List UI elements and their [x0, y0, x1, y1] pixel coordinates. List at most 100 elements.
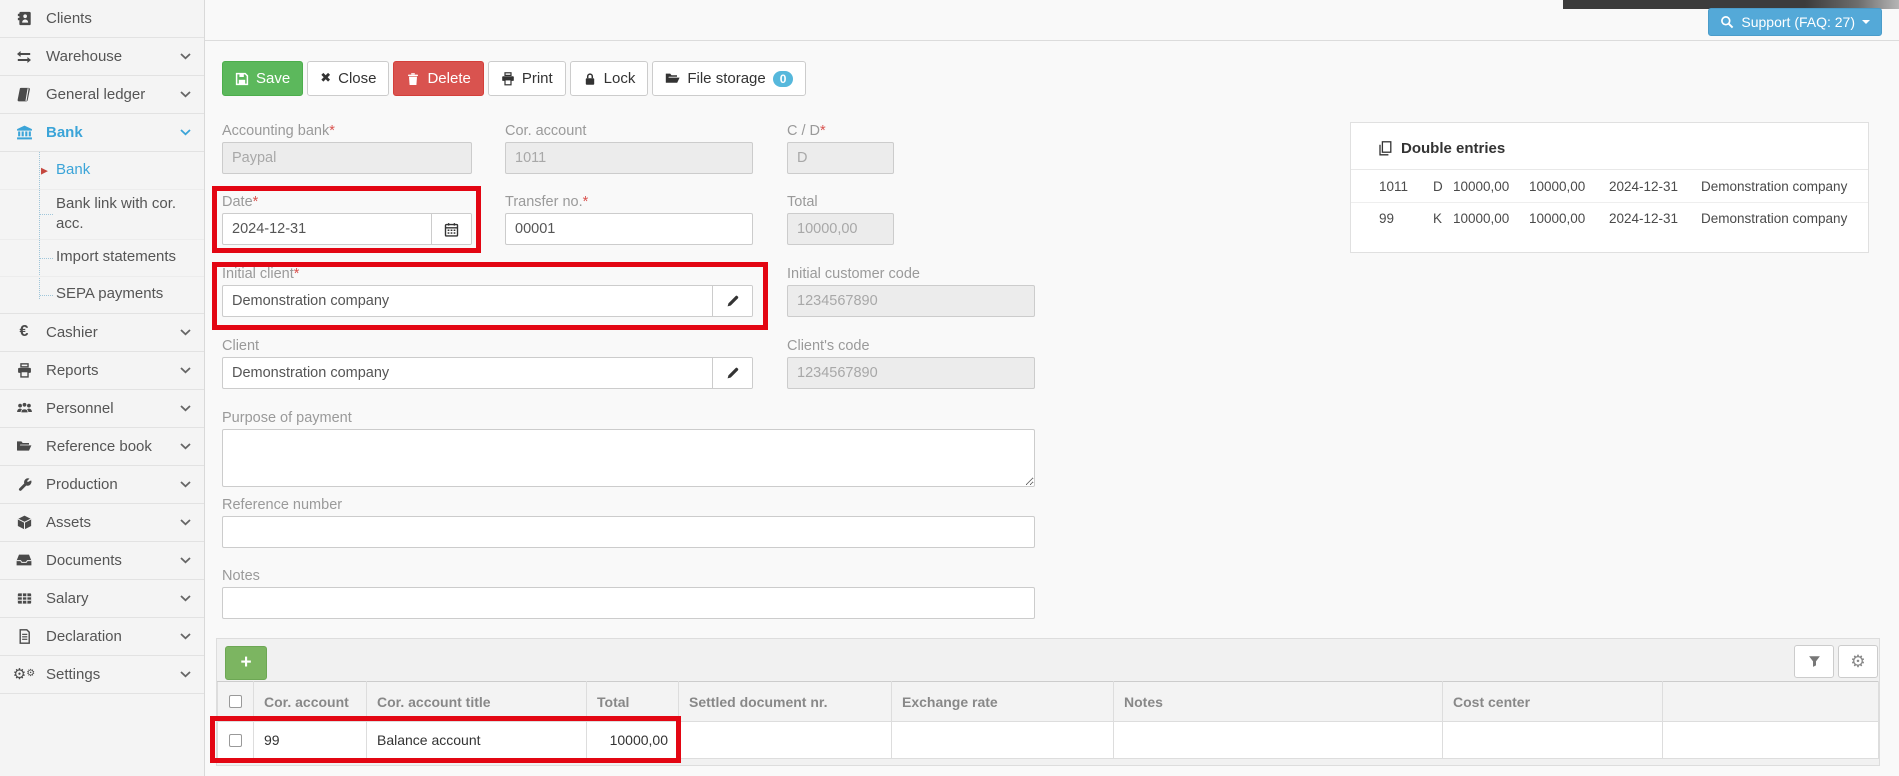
clients-icon — [12, 11, 36, 26]
cell-exchange-rate — [892, 722, 1114, 759]
sidebar-item-general-ledger[interactable]: General ledger — [0, 76, 204, 114]
initial-customer-code-field-group: Initial customer code — [787, 266, 1035, 317]
row-select-checkbox[interactable] — [229, 734, 242, 747]
chevron-down-icon — [180, 329, 191, 336]
sidebar-item-documents[interactable]: Documents — [0, 542, 204, 580]
sidebar-item-label: Settings — [46, 666, 180, 683]
accounting-bank-input — [222, 142, 472, 174]
reference-number-field-group: Reference number — [222, 497, 1035, 548]
sidebar-item-clients[interactable]: Clients — [0, 0, 204, 38]
save-button[interactable]: Save — [222, 61, 303, 96]
chevron-down-icon — [180, 129, 191, 136]
folder-icon — [665, 72, 680, 85]
clients-code-field-group: Client's code — [787, 338, 1035, 389]
sidebar-subitem-sepa-payments[interactable]: SEPA payments — [0, 276, 204, 313]
sidebar-item-label: Cashier — [46, 324, 180, 341]
client-label: Client — [222, 338, 753, 354]
double-entries-title-text: Double entries — [1401, 140, 1505, 157]
date-input[interactable] — [223, 214, 431, 244]
double-entry-row: 1011 D 10000,00 10000,00 2024-12-31 Demo… — [1351, 170, 1868, 202]
entry-debit: 10000,00 — [1453, 179, 1529, 194]
sidebar-item-salary[interactable]: Salary — [0, 580, 204, 618]
edit-pencil-icon[interactable] — [712, 358, 752, 388]
cd-input — [787, 142, 894, 174]
cell-notes — [1114, 722, 1443, 759]
lock-label: Lock — [604, 70, 636, 87]
transfer-no-input[interactable] — [505, 213, 753, 245]
line-items-section: + ⚙ Cor. account Cor. account title Tota… — [216, 638, 1880, 766]
col-header-notes: Notes — [1114, 682, 1443, 722]
transfer-no-field-group: Transfer no.* — [505, 194, 753, 245]
table-row[interactable]: 99 Balance account 10000,00 — [218, 722, 1879, 759]
sidebar-item-label: Personnel — [46, 400, 180, 417]
sidebar-subitem-bank[interactable]: ▶ Bank — [0, 152, 204, 189]
sidebar-item-production[interactable]: Production — [0, 466, 204, 504]
initial-client-input[interactable] — [223, 286, 712, 316]
entry-client: Demonstration company — [1701, 179, 1854, 194]
settings-icon: ⚙⚙ — [12, 667, 36, 682]
sidebar-item-label: Bank — [46, 124, 180, 141]
delete-button[interactable]: Delete — [393, 61, 483, 96]
close-label: Close — [338, 70, 376, 87]
bank-icon — [12, 125, 36, 140]
cor-account-input — [505, 142, 753, 174]
calendar-icon[interactable] — [431, 214, 471, 244]
chevron-down-icon — [180, 443, 191, 450]
cor-account-label: Cor. account — [505, 123, 753, 139]
chevron-down-icon — [180, 53, 191, 60]
sidebar-item-label: Salary — [46, 590, 180, 607]
sidebar-item-reports[interactable]: Reports — [0, 352, 204, 390]
sidebar-item-bank[interactable]: Bank — [0, 114, 204, 152]
entry-side: D — [1433, 179, 1453, 194]
sidebar-item-declaration[interactable]: Declaration — [0, 618, 204, 656]
close-button[interactable]: ✖ Close — [307, 61, 389, 96]
select-all-header — [218, 682, 254, 722]
trash-icon — [406, 72, 420, 86]
sidebar-item-warehouse[interactable]: Warehouse — [0, 38, 204, 76]
col-header-cor-account: Cor. account — [254, 682, 367, 722]
sidebar-subitem-label: Import statements — [56, 247, 176, 267]
file-storage-count-badge: 0 — [773, 71, 794, 87]
sidebar-item-reference-book[interactable]: Reference book — [0, 428, 204, 466]
declaration-icon — [12, 629, 36, 644]
total-label: Total — [787, 194, 894, 210]
gear-icon: ⚙ — [1850, 652, 1865, 672]
notes-input[interactable] — [222, 587, 1035, 619]
purpose-label: Purpose of payment — [222, 410, 1035, 426]
sidebar-item-label: Documents — [46, 552, 180, 569]
add-row-button[interactable]: + — [225, 646, 267, 680]
close-icon: ✖ — [320, 71, 331, 86]
file-storage-button[interactable]: File storage 0 — [652, 61, 806, 96]
chevron-down-icon — [180, 671, 191, 678]
sidebar-item-settings[interactable]: ⚙⚙ Settings — [0, 656, 204, 694]
clients-code-input — [787, 357, 1035, 389]
purpose-textarea[interactable] — [222, 429, 1035, 487]
sidebar-subitem-import-statements[interactable]: Import statements — [0, 239, 204, 276]
sidebar-item-cashier[interactable]: € Cashier — [0, 314, 204, 352]
chevron-down-icon — [180, 633, 191, 640]
sidebar-item-label: Assets — [46, 514, 180, 531]
table-settings-button[interactable]: ⚙ — [1838, 645, 1878, 678]
accounting-bank-label: Accounting bank* — [222, 123, 472, 139]
sidebar-item-personnel[interactable]: Personnel — [0, 390, 204, 428]
clients-code-label: Client's code — [787, 338, 1035, 354]
filter-button[interactable] — [1794, 645, 1834, 678]
sidebar-item-label: Clients — [46, 10, 191, 27]
sidebar-item-assets[interactable]: Assets — [0, 504, 204, 542]
sidebar-subitem-bank-link[interactable]: Bank link with cor. acc. — [0, 189, 204, 239]
col-header-total: Total — [587, 682, 679, 722]
main-content: Save ✖ Close Delete Print Lock File stor… — [205, 0, 1899, 776]
select-all-checkbox[interactable] — [229, 695, 242, 708]
reference-number-label: Reference number — [222, 497, 1035, 513]
reference-number-input[interactable] — [222, 516, 1035, 548]
edit-pencil-icon[interactable] — [712, 286, 752, 316]
sidebar-item-label: Declaration — [46, 628, 180, 645]
lock-button[interactable]: Lock — [570, 61, 649, 96]
sidebar-subitem-label: Bank — [56, 160, 90, 180]
chevron-down-icon — [180, 405, 191, 412]
print-button[interactable]: Print — [488, 61, 566, 96]
notes-field-group: Notes — [222, 568, 1035, 619]
production-icon — [12, 477, 36, 492]
date-label: Date* — [222, 194, 472, 210]
client-input[interactable] — [223, 358, 712, 388]
